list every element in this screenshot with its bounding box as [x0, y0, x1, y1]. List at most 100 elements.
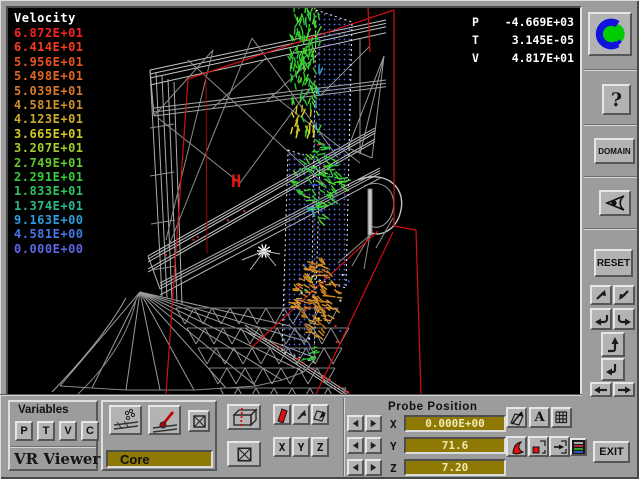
fit-view-button[interactable] [549, 436, 570, 457]
cut-plane-button[interactable] [273, 404, 291, 425]
legend-entry: 2.291E+01 [14, 170, 84, 184]
exit-button[interactable]: EXIT [593, 441, 630, 463]
legend-entry: 6.872E+01 [14, 26, 84, 40]
probe-row-x: X 0.000E+00 [347, 415, 507, 432]
view-tool-button[interactable] [599, 190, 631, 216]
velocity-legend: Velocity 6.872E+016.414E+015.956E+015.49… [14, 11, 84, 256]
readout-label: P [472, 13, 479, 31]
rotate-ne-button[interactable] [590, 285, 612, 305]
reset-label: RESET [597, 258, 630, 269]
exit-label: EXIT [599, 446, 623, 458]
probe-y-decrement-button[interactable] [347, 437, 364, 454]
turn-down-button[interactable] [601, 358, 625, 381]
annotation-button[interactable]: A [529, 407, 550, 428]
legend-entry: 5.498E+01 [14, 69, 84, 83]
legend-toggle-button[interactable] [570, 438, 587, 456]
axis-y-button[interactable]: Y [292, 437, 310, 457]
probe-y-value-field[interactable]: 71.6 [404, 437, 506, 454]
domain-label: DOMAIN [598, 147, 630, 156]
axis-x-button[interactable]: X [273, 437, 291, 457]
core-selector[interactable]: Core [106, 450, 213, 468]
probe-x-decrement-button[interactable] [347, 415, 364, 432]
probe-x-increment-button[interactable] [365, 415, 382, 432]
variable-v-button[interactable]: V [59, 421, 77, 441]
drag-plane-icon [313, 407, 327, 422]
legend-entry: 1.833E+01 [14, 184, 84, 198]
turn-down-icon [604, 361, 622, 379]
curved-surface-icon [509, 439, 525, 455]
readout-row: T 3.145E-05 [472, 31, 574, 49]
reset-button[interactable]: RESET [594, 249, 633, 277]
3d-viewport[interactable]: H Velocity 6.872E+016.414E+015.956E+015.… [6, 6, 582, 396]
probe-value: 71.6 [406, 439, 504, 452]
probe-axis-label: X [390, 418, 397, 431]
crossed-box-small-button[interactable] [188, 410, 210, 432]
variable-t-button[interactable]: T [37, 421, 55, 441]
select-plane-icon [509, 410, 525, 426]
legend-entry: 9.163E+00 [14, 213, 84, 227]
particle-tracks-icon [112, 408, 140, 433]
variable-p-button[interactable]: P [15, 421, 33, 441]
probe-value: 0.000E+00 [406, 417, 504, 430]
probe-x-value-field[interactable]: 0.000E+00 [404, 415, 506, 432]
arrow-sw-icon [616, 287, 632, 303]
probe-axis-label: Z [390, 462, 397, 475]
triangle-left-icon [350, 462, 361, 473]
thermometer-icon [151, 408, 179, 433]
particle-tracks-button[interactable] [109, 405, 142, 435]
vr-viewer-window: H Velocity 6.872E+016.414E+015.956E+015.… [0, 0, 639, 479]
move-arrow-button[interactable] [292, 404, 310, 425]
readout-label: V [472, 49, 479, 67]
group-divider [10, 446, 96, 448]
pan-left-button[interactable] [590, 382, 612, 397]
readout-row: P-4.669E+03 [472, 13, 574, 31]
zoom-region-icon [531, 439, 547, 455]
sidebar-divider [584, 69, 637, 71]
pan-right-button[interactable] [613, 382, 635, 397]
sidebar-divider [584, 124, 637, 126]
rotate-sw-button[interactable] [613, 285, 635, 305]
turn-right-button[interactable] [613, 308, 635, 330]
app-logo-button[interactable] [588, 12, 632, 56]
domain-button[interactable]: DOMAIN [594, 138, 635, 164]
triangle-right-icon [368, 418, 379, 429]
legend-entry: 6.414E+01 [14, 40, 84, 54]
zoom-region-button[interactable] [528, 436, 549, 457]
arrow-left-icon [593, 385, 609, 395]
annotation-label: A [534, 410, 544, 425]
section-slice-button[interactable] [227, 404, 261, 430]
thermometer-probe-button[interactable] [148, 405, 181, 435]
variables-group: Variables P T V C VR Viewer [8, 400, 98, 471]
panel-top-bevel [0, 394, 582, 396]
probe-z-value-field[interactable]: 7.20 [404, 459, 506, 476]
select-plane-button[interactable] [506, 407, 527, 428]
crossed-box-button[interactable] [227, 441, 261, 467]
legend-title: Velocity [14, 11, 84, 26]
axis-z-button[interactable]: Z [311, 437, 329, 457]
return-right-icon [616, 311, 633, 328]
section-slice-icon [230, 407, 258, 428]
help-button[interactable]: ? [602, 84, 631, 115]
sidebar-divider [584, 176, 637, 178]
curved-surface-button[interactable] [506, 436, 527, 457]
drag-plane-button[interactable] [311, 404, 329, 425]
arrow-right-icon [616, 385, 632, 395]
readout-value: 3.145E-05 [512, 31, 574, 49]
app-name: VR Viewer [14, 450, 100, 468]
probe-y-increment-button[interactable] [365, 437, 382, 454]
probe-z-decrement-button[interactable] [347, 459, 364, 476]
turn-left-button[interactable] [590, 308, 612, 330]
triangle-left-icon [350, 418, 361, 429]
plot-tools-group: Core [101, 400, 217, 471]
legend-entry: 2.749E+01 [14, 156, 84, 170]
variable-c-button[interactable]: C [81, 421, 99, 441]
mesh-grid-button[interactable] [551, 407, 572, 428]
triangle-right-icon [368, 462, 379, 473]
legend-entry: 0.000E+00 [14, 242, 84, 256]
readout-label: T [472, 31, 479, 49]
probe-z-increment-button[interactable] [365, 459, 382, 476]
sidebar-divider [584, 228, 637, 230]
legend-entries: 6.872E+016.414E+015.956E+015.498E+015.03… [14, 26, 84, 256]
readout-value: 4.817E+01 [512, 49, 574, 67]
turn-up-button[interactable] [601, 332, 625, 357]
